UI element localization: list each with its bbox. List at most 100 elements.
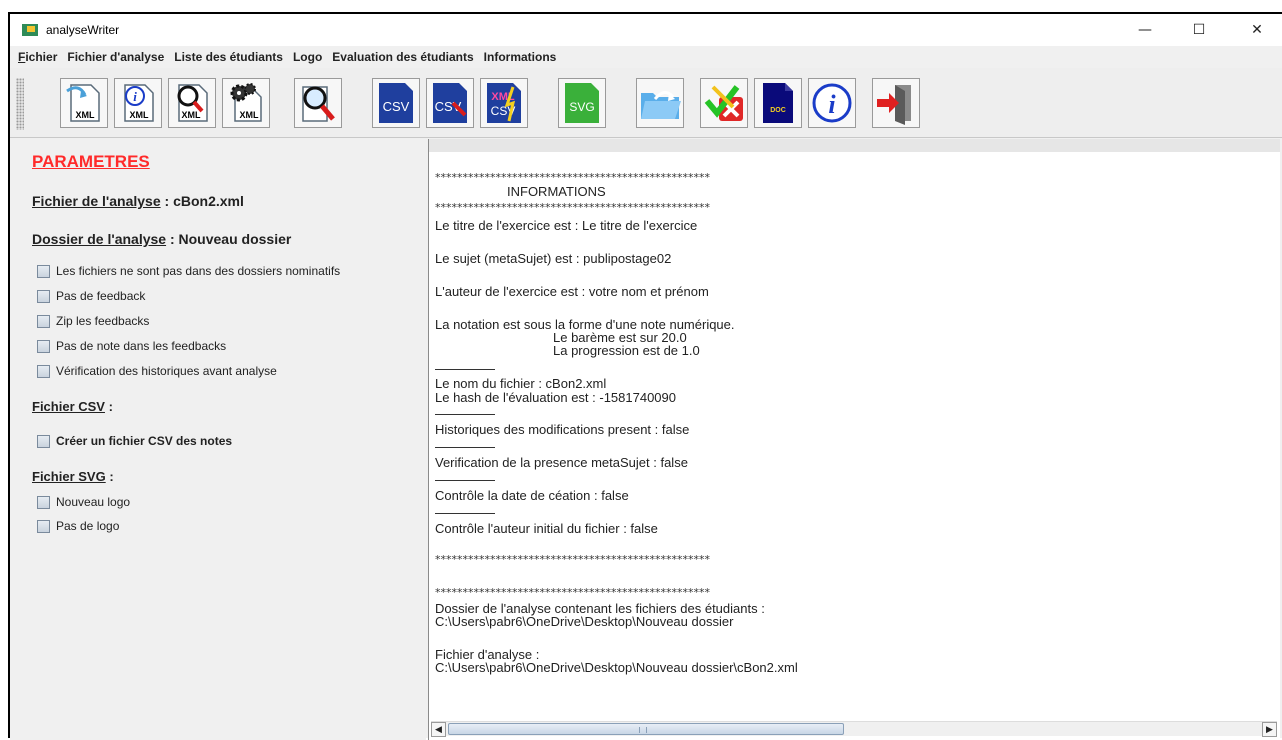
app-window: analyseWriter — ☐ ✕ Fichier Fichier d'an… — [8, 12, 1282, 740]
menu-fichier-rest: ichier — [25, 50, 58, 64]
exit-button[interactable] — [872, 78, 920, 128]
option-label: Pas de feedback — [56, 289, 146, 303]
info-icon: i — [812, 83, 852, 123]
option-non-nominative-folders[interactable]: Les fichiers ne sont pas dans des dossie… — [37, 264, 340, 278]
svg-text:XML: XML — [130, 110, 150, 120]
folder-path-line: C:\Users\pabr6\OneDrive\Desktop\Nouveau … — [435, 614, 734, 629]
separator — [435, 480, 495, 481]
checkbox[interactable] — [37, 314, 50, 328]
svg-suffix: : — [105, 469, 114, 484]
menu-fichier[interactable]: Fichier — [13, 50, 62, 64]
parameters-panel: PARAMETRES Fichier de l'analyse : cBon2.… — [10, 139, 426, 740]
checkbox[interactable] — [37, 519, 50, 533]
report-text-area[interactable]: ****************************************… — [435, 169, 1275, 714]
svg-text:i: i — [828, 90, 836, 119]
analysis-file-label: Fichier de l'analyse — [32, 193, 161, 209]
horizontal-scrollbar[interactable]: ◀ ▶ — [431, 721, 1277, 737]
option-label: Créer un fichier CSV des notes — [56, 434, 233, 448]
check-cancel-icon — [704, 85, 743, 121]
checkbox[interactable] — [37, 495, 50, 509]
info-title: INFORMATIONS — [507, 184, 606, 199]
option-no-grade-in-feedbacks[interactable]: Pas de note dans les feedbacks — [37, 339, 226, 353]
option-new-logo[interactable]: Nouveau logo — [37, 495, 130, 509]
open-xml-button[interactable]: XML — [60, 78, 108, 128]
info-button[interactable]: i — [808, 78, 856, 128]
toolbar-grip[interactable] — [16, 78, 24, 130]
folder-button[interactable] — [636, 78, 684, 128]
xml-csv-button[interactable]: XML CSV — [480, 78, 528, 128]
option-label: Pas de note dans les feedbacks — [56, 339, 227, 353]
panel-header-strip — [429, 139, 1280, 152]
minimize-button[interactable]: — — [1122, 14, 1168, 46]
stars-line: ****************************************… — [435, 553, 710, 566]
checkbox[interactable] — [37, 339, 50, 353]
search-xml-icon: XML — [177, 84, 208, 122]
thumb-grip — [639, 727, 647, 733]
menu-informations[interactable]: Informations — [479, 50, 562, 64]
search-xml-button[interactable]: XML — [168, 78, 216, 128]
option-no-logo[interactable]: Pas de logo — [37, 519, 119, 533]
checkbox[interactable] — [37, 264, 50, 278]
checkbox[interactable] — [37, 289, 50, 303]
scroll-right-button[interactable]: ▶ — [1262, 722, 1277, 737]
maximize-button[interactable]: ☐ — [1176, 14, 1222, 46]
option-label: Les fichiers ne sont pas dans des dossie… — [56, 264, 341, 278]
separator — [435, 513, 495, 514]
stars-line: ****************************************… — [435, 171, 710, 184]
analysis-folder-value: : Nouveau dossier — [166, 231, 292, 247]
menu-logo[interactable]: Logo — [288, 50, 327, 64]
check-cancel-button[interactable] — [700, 78, 748, 128]
csv-button[interactable]: CSV — [372, 78, 420, 128]
option-check-history[interactable]: Vérification des historiques avant analy… — [37, 364, 277, 378]
menu-liste-etudiants[interactable]: Liste des étudiants — [169, 50, 288, 64]
date-check-line: Contrôle la date de céation : false — [435, 488, 629, 503]
sujet-line: Le sujet (metaSujet) est : publipostage0… — [435, 251, 672, 266]
svg-text:DOC: DOC — [770, 107, 786, 114]
csv-edit-button[interactable]: CSV — [426, 78, 474, 128]
close-button[interactable]: ✕ — [1234, 14, 1280, 46]
separator — [435, 369, 495, 370]
menu-fichier-analyse[interactable]: Fichier d'analyse — [62, 50, 169, 64]
scroll-left-button[interactable]: ◀ — [431, 722, 446, 737]
svg-text:SVG: SVG — [569, 100, 594, 114]
analysis-file-heading: Fichier de l'analyse : cBon2.xml — [32, 193, 244, 209]
csv-icon: CSV — [379, 83, 413, 123]
search-document-button[interactable] — [294, 78, 342, 128]
option-no-feedback[interactable]: Pas de feedback — [37, 289, 145, 303]
doc-button[interactable]: DOC — [754, 78, 802, 128]
scrollbar-thumb[interactable] — [448, 723, 844, 735]
option-create-csv[interactable]: Créer un fichier CSV des notes — [37, 434, 232, 448]
analysis-file-value: : cBon2.xml — [160, 193, 244, 209]
svg-icon: SVG — [565, 83, 599, 123]
info-xml-button[interactable]: i XML — [114, 78, 162, 128]
open-xml-icon: XML — [66, 84, 100, 122]
search-document-icon — [302, 86, 335, 122]
option-label: Nouveau logo — [56, 495, 131, 509]
doc-icon: DOC — [763, 83, 793, 123]
auteur-line: L'auteur de l'exercice est : votre nom e… — [435, 284, 709, 299]
author-check-line: Contrôle l'auteur initial du fichier : f… — [435, 521, 658, 536]
window-title: analyseWriter — [46, 23, 120, 37]
filename-line: Le nom du fichier : cBon2.xml — [435, 376, 607, 391]
checkbox[interactable] — [37, 364, 50, 378]
menu-evaluation[interactable]: Evaluation des étudiants — [327, 50, 478, 64]
csv-heading: Fichier CSV : — [32, 399, 113, 414]
app-logo-icon — [22, 24, 38, 36]
csv-suffix: : — [104, 399, 113, 414]
title-line: Le titre de l'exercice est : Le titre de… — [435, 218, 698, 233]
report-text-panel: ****************************************… — [428, 139, 1280, 740]
option-label: Pas de logo — [56, 519, 120, 533]
toolbar: XML i XML XML XML CSV CSV XML CSV SVG DO… — [10, 68, 1282, 138]
progression-line: La progression est de 1.0 — [553, 343, 700, 358]
xml-csv-icon: XML CSV — [487, 83, 521, 123]
svg-label: Fichier SVG — [32, 469, 106, 484]
settings-xml-button[interactable]: XML — [222, 78, 270, 128]
svg-text:XML: XML — [76, 110, 96, 120]
svg-button[interactable]: SVG — [558, 78, 606, 128]
svg-text:XML: XML — [182, 110, 202, 120]
option-label: Zip les feedbacks — [56, 314, 150, 328]
separator — [435, 447, 495, 448]
option-zip-feedbacks[interactable]: Zip les feedbacks — [37, 314, 149, 328]
checkbox[interactable] — [37, 434, 50, 448]
separator — [435, 414, 495, 415]
